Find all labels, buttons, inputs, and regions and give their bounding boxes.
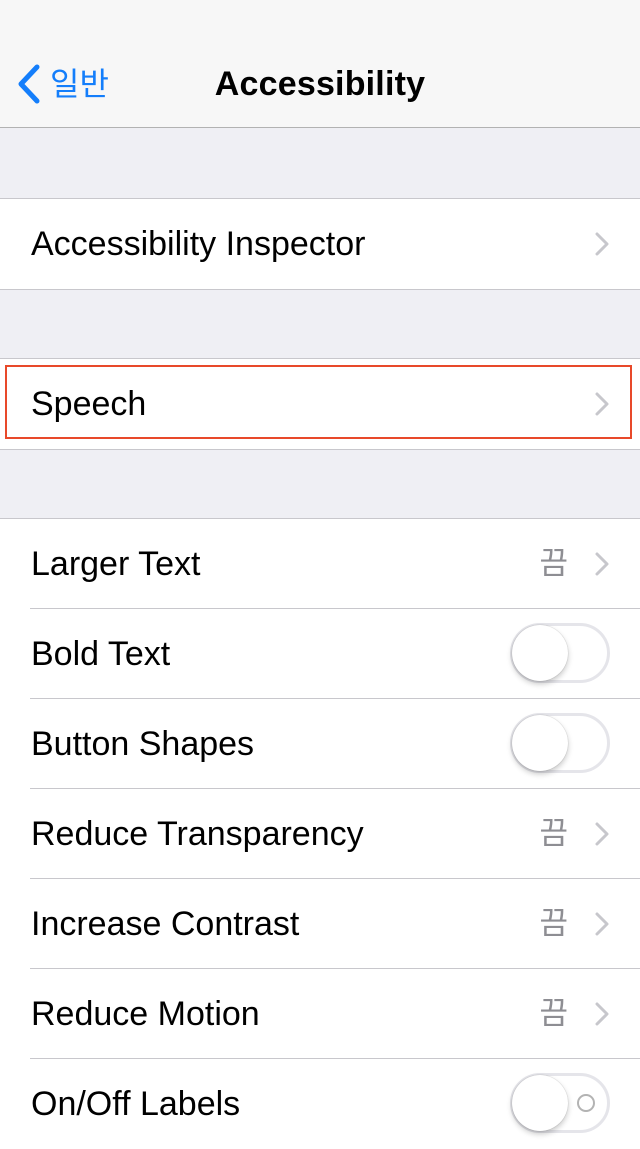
off-label-circle-icon — [577, 1094, 595, 1112]
switch-knob — [512, 715, 568, 771]
settings-group-inspector: Accessibility Inspector — [0, 198, 640, 290]
settings-group-speech: Speech — [0, 358, 640, 450]
row-value: 끔 — [539, 816, 568, 852]
switch-knob — [512, 625, 568, 681]
row-value: 끔 — [539, 906, 568, 942]
row-button-shapes: Button Shapes — [0, 699, 640, 789]
row-bold-text: Bold Text — [0, 609, 640, 699]
row-label: Larger Text — [31, 545, 201, 583]
row-label: Bold Text — [31, 635, 171, 673]
row-label: Increase Contrast — [31, 905, 300, 943]
chevron-right-icon — [595, 552, 609, 576]
navigation-bar: 일반 Accessibility — [0, 0, 640, 128]
row-reduce-motion[interactable]: Reduce Motion 끔 — [0, 969, 640, 1059]
row-increase-contrast[interactable]: Increase Contrast 끔 — [0, 879, 640, 969]
row-label: Reduce Transparency — [31, 815, 364, 853]
row-label: Reduce Motion — [31, 995, 260, 1033]
row-larger-text[interactable]: Larger Text 끔 — [0, 519, 640, 609]
chevron-right-icon — [595, 232, 609, 256]
switch-knob — [512, 1075, 568, 1131]
row-accessibility-inspector[interactable]: Accessibility Inspector — [0, 199, 640, 289]
chevron-right-icon — [595, 1002, 609, 1026]
row-label: Accessibility Inspector — [31, 225, 366, 263]
chevron-right-icon — [595, 392, 609, 416]
bold-text-switch[interactable] — [510, 623, 610, 683]
chevron-right-icon — [595, 822, 609, 846]
row-value: 끔 — [539, 546, 568, 582]
on-off-labels-switch[interactable] — [510, 1073, 610, 1133]
settings-group-display: Larger Text 끔 Bold Text Button Shapes Re… — [0, 518, 640, 1149]
row-reduce-transparency[interactable]: Reduce Transparency 끔 — [0, 789, 640, 879]
page-title: Accessibility — [214, 65, 426, 103]
chevron-right-icon — [595, 912, 609, 936]
row-speech[interactable]: Speech — [0, 359, 640, 449]
row-label: Button Shapes — [31, 725, 255, 763]
button-shapes-switch[interactable] — [510, 713, 610, 773]
row-value: 끔 — [539, 996, 568, 1032]
row-label: Speech — [31, 385, 147, 423]
